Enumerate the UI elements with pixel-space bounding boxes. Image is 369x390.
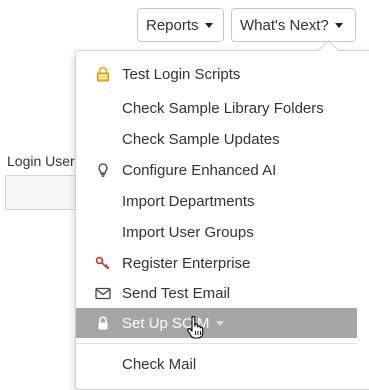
menu-item-check-mail[interactable]: Check Mail <box>76 349 357 379</box>
menu-item-label: Import User Groups <box>122 223 254 241</box>
menu-divider <box>76 343 357 344</box>
menu-item-set-up-scim[interactable]: Set Up SCIM <box>76 308 357 338</box>
whats-next-button[interactable]: What's Next? <box>231 8 356 42</box>
reports-button[interactable]: Reports <box>137 8 224 42</box>
menu-item-configure-enhanced-ai[interactable]: Configure Enhanced AI <box>76 155 357 185</box>
menu-item-test-login-scripts[interactable]: Test Login Scripts <box>76 59 357 89</box>
caret-down-icon <box>334 22 343 28</box>
menu-item-label-wrap: Set Up SCIM <box>122 315 224 332</box>
reports-button-label: Reports <box>146 16 199 34</box>
menu-item-label: Test Login Scripts <box>122 65 241 83</box>
caret-down-icon <box>204 22 213 28</box>
menu-item-label: Check Mail <box>122 355 197 373</box>
menu-item-label: Import Departments <box>122 192 255 210</box>
lock-scripts-icon <box>95 66 111 82</box>
menu-item-register-enterprise[interactable]: Register Enterprise <box>76 248 357 278</box>
menu-item-label: Check Sample Updates <box>122 130 280 148</box>
submenu-caret-icon <box>215 321 224 327</box>
menu-item-check-sample-library-folders[interactable]: Check Sample Library Folders <box>76 93 357 123</box>
envelope-icon <box>95 285 111 301</box>
whats-next-dropdown-menu: Test Login Scripts Check Sample Library … <box>75 50 369 390</box>
login-user-label: Login User <box>7 153 75 169</box>
menu-item-label: Register Enterprise <box>122 254 251 272</box>
menu-item-label: Configure Enhanced AI <box>122 161 277 179</box>
lightbulb-icon <box>95 162 111 178</box>
menu-item-label: Send Test Email <box>122 284 231 302</box>
menu-item-send-test-email[interactable]: Send Test Email <box>76 278 357 308</box>
menu-item-check-sample-updates[interactable]: Check Sample Updates <box>76 124 357 154</box>
menu-item-label: Check Sample Library Folders <box>122 99 324 117</box>
whats-next-button-label: What's Next? <box>240 16 329 34</box>
menu-item-import-departments[interactable]: Import Departments <box>76 186 357 216</box>
menu-item-import-user-groups[interactable]: Import User Groups <box>76 217 357 247</box>
lock-icon <box>95 315 111 331</box>
key-icon <box>95 255 111 271</box>
hand-pointer-cursor-icon <box>187 316 204 339</box>
